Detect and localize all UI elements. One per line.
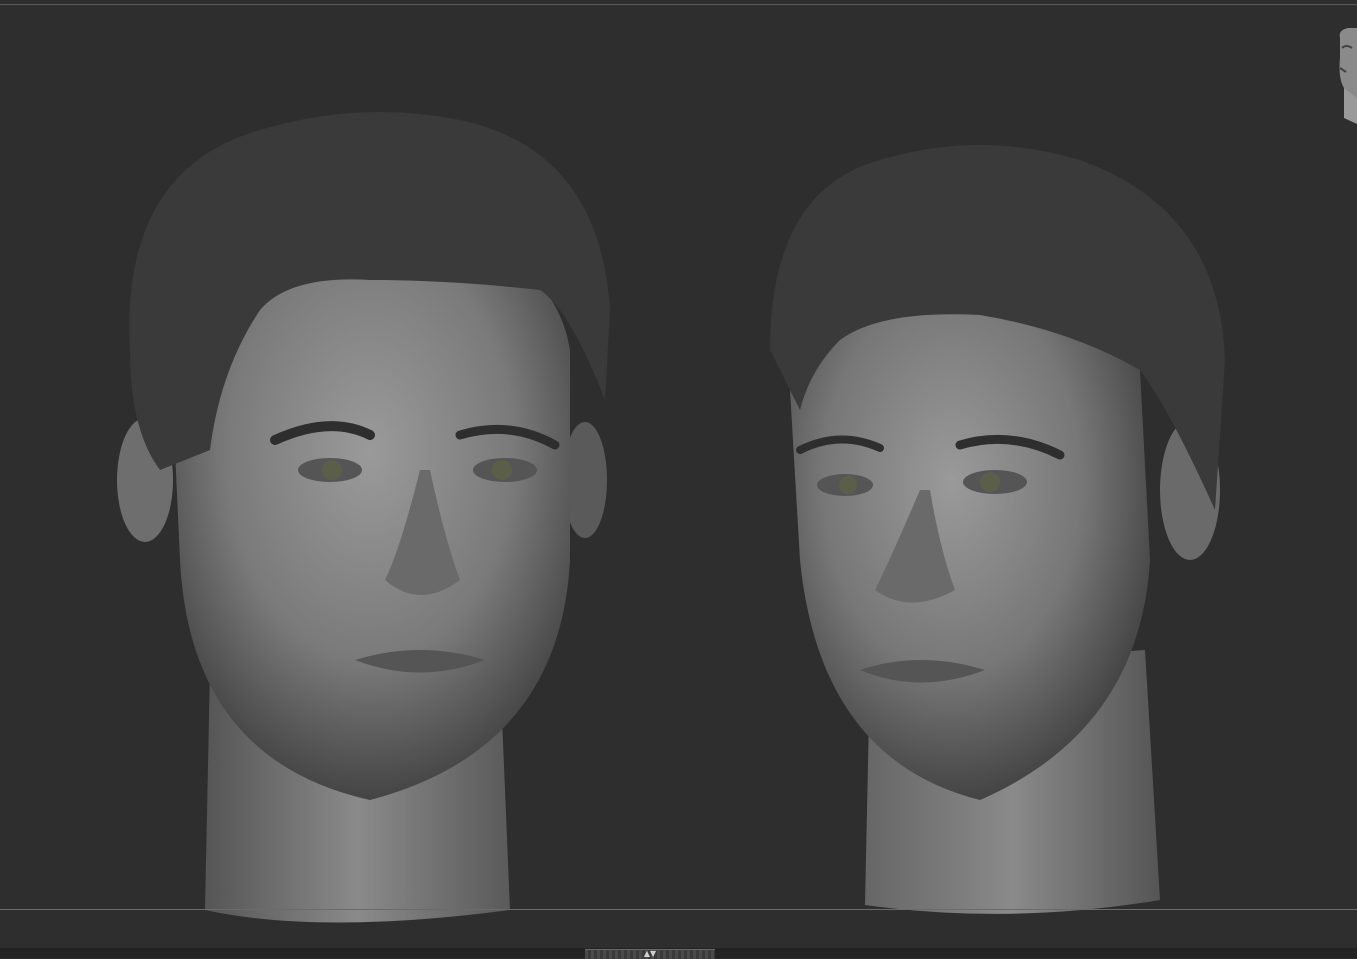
navigation-cube-icon[interactable]: [1334, 28, 1357, 124]
sculpted-head-front: [117, 112, 611, 923]
3d-viewport-canvas[interactable]: ▲▼: [0, 0, 1357, 959]
floor-grid-line: [0, 909, 1357, 910]
sculpted-head-three-quarter: [770, 145, 1225, 914]
up-down-arrows-icon[interactable]: ▲▼: [641, 950, 659, 958]
viewport-top-border: [0, 4, 1357, 5]
